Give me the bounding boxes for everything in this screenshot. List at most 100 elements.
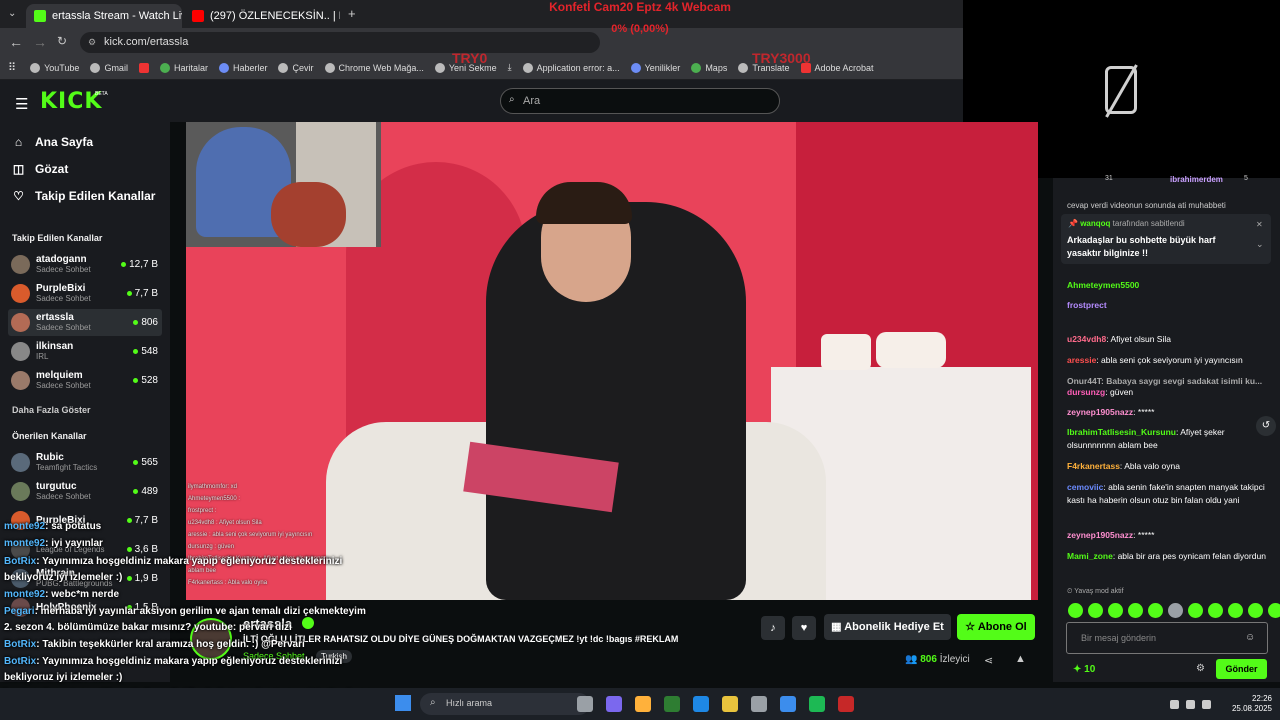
bookmark-app-error[interactable]: Application error: a... [522,62,620,73]
tab-youtube[interactable]: (297) ÖZLENECEKSİN.. | Madara × [184,4,340,28]
chat-username[interactable]: Onur44T: Babaya saygı sevgi sadakat isim… [1067,376,1262,386]
system-clock[interactable]: 22:26 25.08.2025 [1228,694,1272,714]
back-icon[interactable]: ← [9,34,23,50]
apps-grid-icon[interactable]: ⠿ [8,61,16,74]
taskbar-app-icon[interactable] [809,696,825,712]
chat-username[interactable]: zeynep1905nazz [1067,407,1133,417]
volume-icon[interactable] [1186,700,1195,709]
new-tab-icon[interactable]: + [348,6,356,21]
chat-message: F4rkanertass: Abla valo oyna [1067,460,1267,473]
bookmark-chrome-store[interactable]: Chrome Web Mağa... [324,62,424,73]
chat-message: frostprect [1067,299,1267,312]
channel-points[interactable]: ✦ 10 [1073,664,1095,675]
bookmark-gmail[interactable]: Gmail [90,62,128,73]
sidebar-channel[interactable]: melquiem Sadece Sohbet 528 [8,367,162,394]
emote-icon[interactable] [1228,603,1243,618]
chat-username[interactable]: frostprect [1067,300,1107,310]
channel-text: PurpleBixi Sadece Sohbet [36,283,91,304]
sidebar-channel[interactable]: ilkinsan IRL 548 [8,338,162,365]
follow-heart-icon[interactable]: ♥ [792,616,816,640]
bookmark-yenilikler[interactable]: Yenilikler [630,62,680,73]
emote-icon[interactable] [1068,603,1083,618]
heart-icon: ♡ [13,189,24,203]
report-icon[interactable]: ▲ [1015,653,1026,665]
search-input[interactable]: Ara [500,88,780,114]
chat-message-input[interactable]: Bir mesaj gönderin [1066,622,1268,654]
bookmark-maps[interactable]: Maps [691,62,727,73]
video-chat-line: dursunzg : güven [188,544,235,550]
chat-settings-icon[interactable]: ⚙ [1196,663,1205,674]
bookmark-youtube[interactable]: YouTube [30,62,79,73]
share-icon[interactable]: ⋖ [984,654,993,667]
show-more-link[interactable]: Daha Fazla Göster [12,405,91,415]
bookmark-adobe[interactable]: Adobe Acrobat [800,62,874,73]
taskbar-app-icon[interactable] [693,696,709,712]
sidebar-item-following[interactable]: ♡ Takip Edilen Kanallar [12,189,155,203]
emote-icon[interactable] [1248,603,1263,618]
tab-list-icon[interactable]: ⌄ [8,8,16,19]
wifi-icon[interactable] [1170,700,1179,709]
tab-kick[interactable]: ertassla Stream - Watch Liv × [26,4,182,28]
taskbar-app-icon[interactable] [751,696,767,712]
send-button[interactable]: Gönder [1216,659,1267,679]
emote-icon[interactable] [1268,603,1280,618]
taskbar-app-icon[interactable] [606,696,622,712]
chat-username[interactable]: dursunzg [1067,387,1105,397]
emote-icon[interactable] [1108,603,1123,618]
chat-username[interactable]: Ahmeteymen5500 [1067,280,1139,290]
viewer-count: 7,7 B [127,515,162,526]
taskbar-app-icon[interactable] [780,696,796,712]
bookmark-haberler[interactable]: Haberler [218,62,267,73]
overlay-chat-text: : Yayınımıza hoşgeldiniz makara yapıp eğ… [36,556,343,567]
chat-username[interactable]: u234vdh8 [1067,334,1106,344]
emote-icon[interactable] [1128,603,1143,618]
emote-icon[interactable] [1208,603,1223,618]
url-input[interactable]: kick.com/ertassla [80,32,600,53]
sidebar-channel[interactable]: turgutuc Sadece Sohbet 489 [8,478,162,505]
sidebar-channel[interactable]: Rubic Teamfight Tactics 565 [8,449,162,476]
verified-icon [302,617,314,629]
emote-icon[interactable] [1148,603,1163,618]
bookmark-download[interactable]: ⤓ [508,62,512,73]
reload-icon[interactable]: ↻ [57,34,67,48]
gift-icon: ▦ [831,621,845,633]
chat-username[interactable]: Mami_zone [1067,551,1113,561]
sidebar-channel[interactable]: PurpleBixi Sadece Sohbet 7,7 B [8,280,162,307]
bookmark-cevir[interactable]: Çevir [278,62,314,73]
gift-subscription-button[interactable]: ▦ Abonelik Hediye Et [824,614,951,640]
viewer-count: 12,7 B [121,259,162,270]
sidebar-item-browse[interactable]: ◫ Gözat [12,162,69,176]
sidebar-item-home[interactable]: ⌂ Ana Sayfa [12,135,93,149]
battery-icon[interactable] [1202,700,1211,709]
taskbar-app-icon[interactable] [722,696,738,712]
forward-icon[interactable]: → [33,34,47,50]
taskbar-search-input[interactable]: Hızlı arama [420,693,590,715]
emote-icon[interactable] [1088,603,1103,618]
bookmark-red-icon[interactable] [138,62,149,73]
chat-username[interactable]: aressie [1067,355,1096,365]
notification-bell-icon[interactable]: ♪ [761,616,785,640]
kick-logo[interactable]: KICK [40,89,102,114]
site-info-icon[interactable]: ⚙ [88,37,96,48]
scroll-to-bottom-icon[interactable]: ↺ [1256,416,1276,436]
taskbar-app-icon[interactable] [577,696,593,712]
emote-icon[interactable] [1168,603,1183,618]
windows-start-icon[interactable] [395,695,411,711]
subscribe-button[interactable]: ☆ Abone Ol [957,614,1035,640]
taskbar-app-icon[interactable] [838,696,854,712]
chat-username[interactable]: F4rkanertass [1067,461,1120,471]
chevron-down-icon[interactable]: ⌄ [1256,239,1264,250]
sidebar-channel[interactable]: ertassla Sadece Sohbet 806 [8,309,162,336]
emote-icon[interactable] [1188,603,1203,618]
chat-username[interactable]: zeynep1905nazz [1067,530,1133,540]
taskbar-app-icon[interactable] [664,696,680,712]
sidebar-channel[interactable]: atadogann Sadece Sohbet 12,7 B [8,251,162,278]
chat-username[interactable]: cemoviic [1067,482,1103,492]
bookmark-haritalar[interactable]: Haritalar [159,62,208,73]
unpin-icon[interactable]: ✕ [1256,220,1263,229]
taskbar-app-icon[interactable] [635,696,651,712]
menu-icon[interactable]: ☰ [15,95,28,113]
emoji-icon[interactable]: ☺ [1245,632,1255,643]
chat-top-user[interactable]: ibrahimerdem [1170,175,1223,184]
chat-username[interactable]: IbrahimTatlisesin_Kursunu [1067,427,1176,437]
